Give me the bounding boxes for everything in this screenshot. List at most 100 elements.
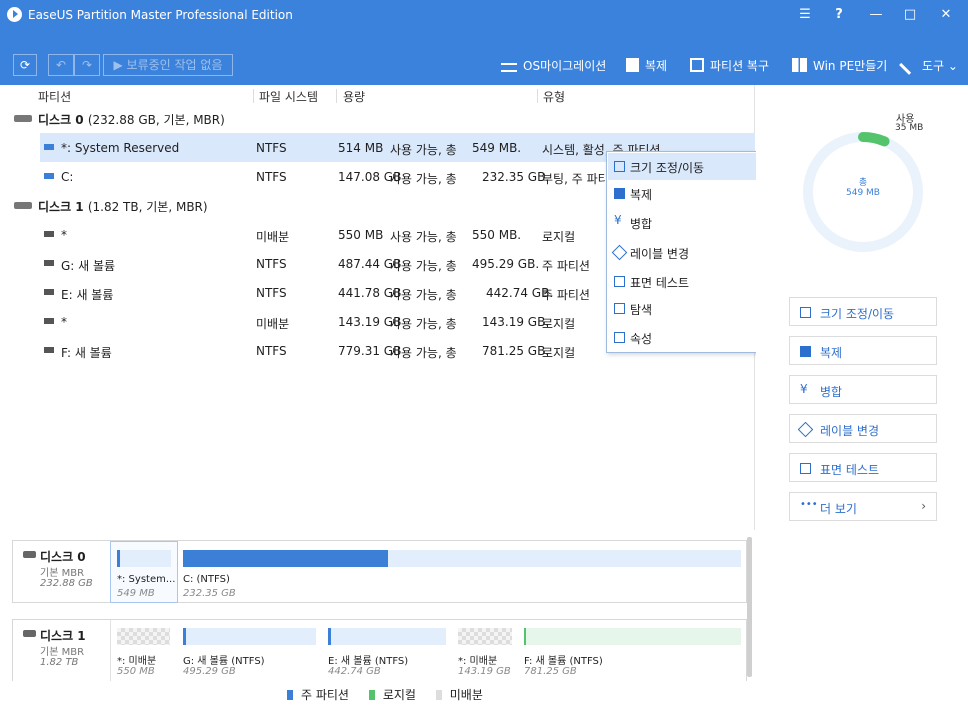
disk-meta: (232.88 GB, 기본, MBR) <box>87 113 225 127</box>
clone-icon <box>626 58 639 72</box>
hard-disk-icon <box>23 630 36 637</box>
menu-item-change-label[interactable]: 레이블 변경 <box>608 239 767 266</box>
clone-button[interactable]: 복제 <box>626 56 667 76</box>
redo-button[interactable]: ↷ <box>74 54 100 76</box>
winpe-button[interactable]: Win PE만들기 <box>792 56 887 76</box>
context-menu: 크기 조정/이동 복제 ¥ 병합 레이블 변경 표면 테스트 탐색 속성 <box>606 151 768 353</box>
help-icon[interactable]: ? <box>830 6 848 24</box>
partition-total: 549 MB. <box>472 141 522 155</box>
partition-capacity-label: 사용 가능, 총 <box>390 288 457 302</box>
clone-action-button[interactable]: 복제 <box>789 336 937 365</box>
more-button[interactable]: ••• 더 보기 › <box>789 492 937 521</box>
partition-capacity-label: 사용 가능, 총 <box>390 230 457 244</box>
resize-move-button[interactable]: 크기 조정/이동 <box>789 297 937 326</box>
tools-menu-button[interactable]: 도구 ⌄ <box>899 55 958 76</box>
windows-icon <box>792 58 807 72</box>
disk-map-card-0[interactable]: 디스크 0 기본 MBR 232.88 GB *: System... 549 … <box>12 540 747 603</box>
menu-item-clone[interactable]: 복제 <box>608 180 767 207</box>
partition-total: 495.29 GB. <box>472 257 540 271</box>
segment-size: 550 MB <box>117 666 155 677</box>
menu-item-explore[interactable]: 탐색 <box>608 295 767 322</box>
disk-map-card-1[interactable]: 디스크 1 기본 MBR 1.82 TB *: 미배분 550 MB G: 새 … <box>12 619 747 681</box>
partition-filesystem: 미배분 <box>256 317 290 331</box>
maximize-button[interactable]: □ <box>901 6 919 24</box>
close-button[interactable]: ✕ <box>937 6 955 24</box>
segment-size: 232.35 GB <box>183 588 236 599</box>
column-header-filesystem[interactable]: 파일 시스템 <box>259 88 318 105</box>
pending-operations-button[interactable]: ▶ 보류중인 작업 없음 <box>103 54 233 76</box>
menu-item-surface-test[interactable]: 표면 테스트 <box>608 268 767 295</box>
surface-test-icon <box>800 463 811 474</box>
more-dots-icon: ••• <box>800 499 818 510</box>
explore-icon <box>614 303 625 314</box>
tag-icon <box>797 421 814 438</box>
surface-test-button[interactable]: 표면 테스트 <box>789 453 937 482</box>
disk-name: 디스크 0 <box>38 113 84 127</box>
hard-disk-icon <box>14 202 32 209</box>
disk-type: 기본 MBR <box>40 647 85 658</box>
partition-filesystem: NTFS <box>256 170 287 184</box>
partition-capacity-label: 사용 가능, 총 <box>390 259 457 273</box>
minimize-button[interactable]: — <box>867 6 885 24</box>
segment-label: *: 미배분 <box>117 656 157 667</box>
segment-label: *: 미배분 <box>458 656 498 667</box>
partition-icon <box>44 260 54 266</box>
disk-meta: (1.82 TB, 기본, MBR) <box>87 200 208 214</box>
legend-item-logical: 로지컬 <box>368 688 416 702</box>
disk-header-row[interactable]: 디스크 1 (1.82 TB, 기본, MBR) <box>0 196 400 216</box>
column-divider <box>336 89 337 103</box>
legend: 주 파티션 로지컬 미배분 <box>287 686 483 703</box>
column-header-capacity[interactable]: 용량 <box>343 88 365 105</box>
column-divider <box>537 89 538 103</box>
partition-name: E: 새 볼륨 <box>61 288 114 302</box>
column-divider <box>253 89 254 103</box>
partition-name: F: 새 볼륨 <box>61 346 112 360</box>
segment-bar <box>117 550 171 567</box>
partition-recovery-button[interactable]: 파티션 복구 <box>690 56 769 76</box>
disk-name: 디스크 0 <box>40 550 86 564</box>
clone-icon <box>614 188 625 199</box>
title-toolbar-area: EaseUS Partition Master Professional Edi… <box>0 0 968 85</box>
legend-item-primary: 주 파티션 <box>287 688 349 702</box>
disk-map-scrollbar[interactable] <box>747 537 752 677</box>
partition-icon <box>44 173 54 179</box>
partition-name: * <box>61 228 67 242</box>
merge-icon: ¥ <box>800 382 808 396</box>
legend-item-unallocated: 미배분 <box>435 688 483 702</box>
disk-name: 디스크 1 <box>38 200 84 214</box>
refresh-button[interactable]: ⟳ <box>13 54 37 76</box>
segment-bar <box>117 628 170 645</box>
recovery-icon <box>690 58 704 72</box>
partition-capacity-label: 사용 가능, 총 <box>390 143 457 157</box>
menu-icon[interactable]: ☰ <box>796 6 814 24</box>
partition-filesystem: NTFS <box>256 286 287 300</box>
change-label-button[interactable]: 레이블 변경 <box>789 414 937 443</box>
disk-size: 232.88 GB <box>40 578 93 589</box>
partition-type: 주 파티션 <box>542 288 590 302</box>
segment-bar <box>458 628 512 645</box>
disk-size: 1.82 TB <box>40 657 79 668</box>
segment-label: F: 새 볼륨 (NTFS) <box>524 656 603 667</box>
partition-capacity-label: 사용 가능, 총 <box>390 317 457 331</box>
segment-label: G: 새 볼륨 (NTFS) <box>183 656 265 667</box>
partition-icon <box>44 289 54 295</box>
hard-disk-icon <box>14 115 32 122</box>
menu-item-resize-move[interactable]: 크기 조정/이동 <box>608 153 767 180</box>
menu-item-properties[interactable]: 속성 <box>608 324 767 351</box>
undo-button[interactable]: ↶ <box>48 54 74 76</box>
segment-label: C: (NTFS) <box>183 574 230 585</box>
merge-button[interactable]: ¥ 병합 <box>789 375 937 404</box>
column-header-type[interactable]: 유형 <box>543 88 565 105</box>
partition-filesystem: NTFS <box>256 344 287 358</box>
segment-size: 495.29 GB <box>183 666 236 677</box>
disk-header-row[interactable]: 디스크 0 (232.88 GB, 기본, MBR) <box>0 109 400 129</box>
app-title: EaseUS Partition Master Professional Edi… <box>28 8 293 22</box>
column-header-partition[interactable]: 파티션 <box>38 88 71 105</box>
properties-icon <box>614 332 625 343</box>
partition-total: 550 MB. <box>472 228 522 242</box>
os-migration-button[interactable]: OS마이그레이션 <box>501 56 606 76</box>
partition-filesystem: NTFS <box>256 257 287 271</box>
menu-item-merge[interactable]: ¥ 병합 <box>608 209 767 236</box>
partition-capacity-label: 사용 가능, 총 <box>390 172 457 186</box>
segment-bar <box>328 628 446 645</box>
